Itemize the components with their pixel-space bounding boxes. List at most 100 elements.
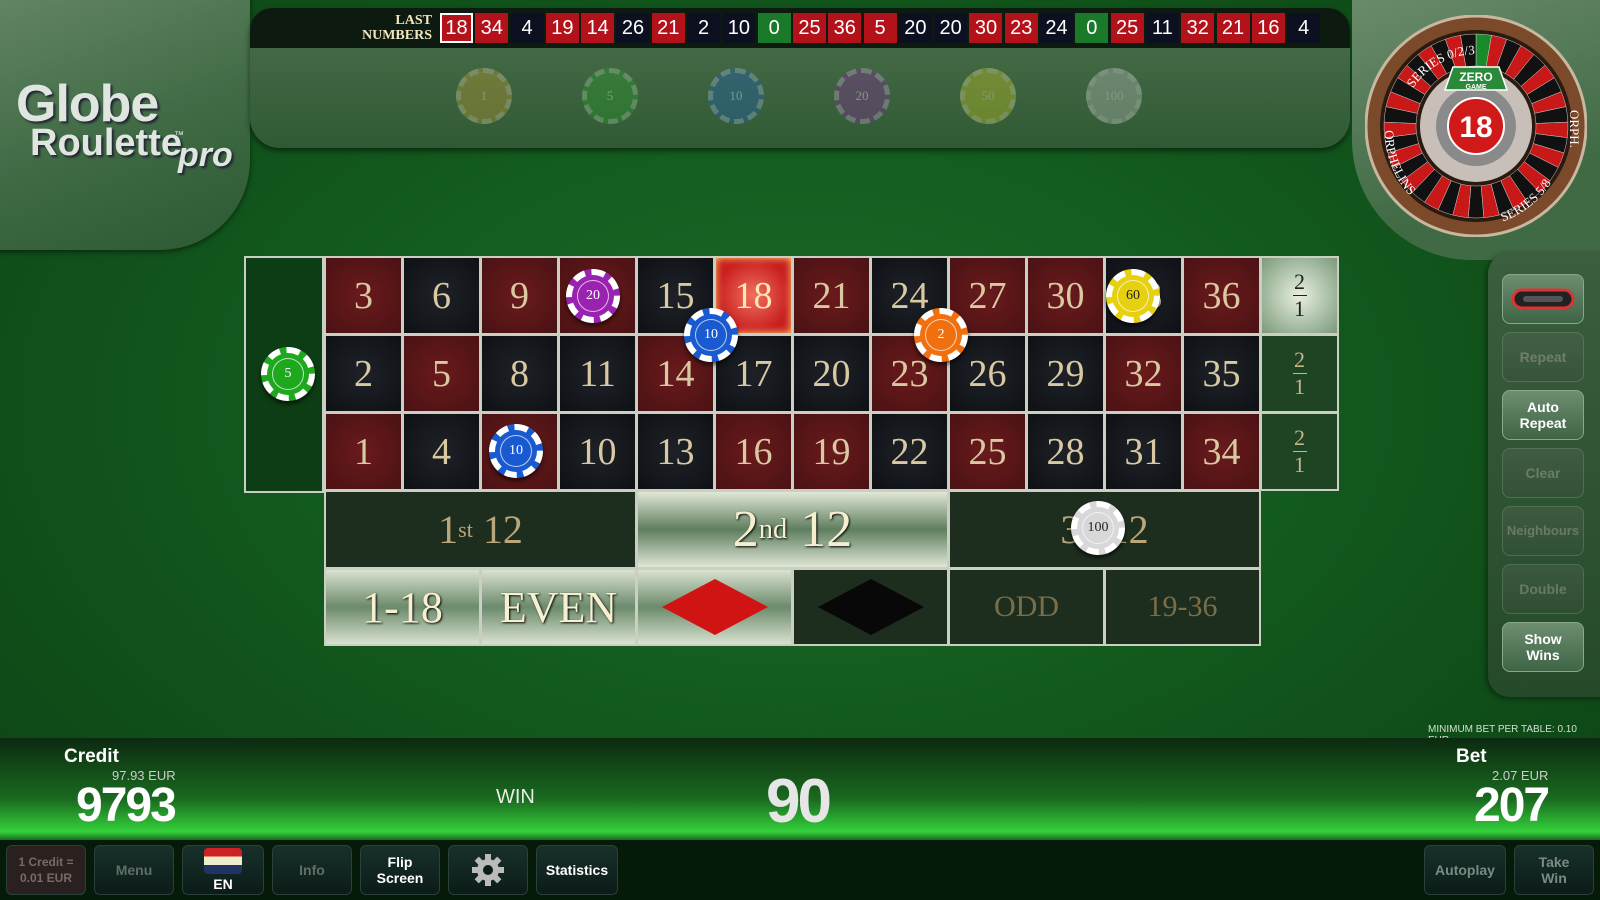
number-cell-1[interactable]: 1: [324, 412, 403, 491]
double-button[interactable]: Double: [1502, 564, 1584, 614]
win-label: WIN: [496, 786, 535, 808]
number-cell-22[interactable]: 22: [870, 412, 949, 491]
credit-rate-display: 1 Credit = 0.01 EUR: [6, 845, 86, 895]
number-cell-16[interactable]: 16: [714, 412, 793, 491]
rack-chip[interactable]: 1: [456, 68, 512, 124]
last-number: 16: [1251, 13, 1285, 43]
rack-chip[interactable]: 50: [960, 68, 1016, 124]
bet-chip-value: 2: [925, 319, 957, 351]
number-cell-34[interactable]: 34: [1182, 412, 1261, 491]
rack-chip[interactable]: 5: [582, 68, 638, 124]
last-number: 21: [1216, 13, 1250, 43]
repeat-button[interactable]: Repeat: [1502, 332, 1584, 382]
last-number: 26: [616, 13, 650, 43]
number-cell-25[interactable]: 25: [948, 412, 1027, 491]
number-cell-28[interactable]: 28: [1026, 412, 1105, 491]
last-number: 4: [510, 13, 544, 43]
number-cell-2[interactable]: 2: [324, 334, 403, 413]
bet-label: Bet: [1456, 746, 1487, 767]
roulette-wheel[interactable]: 18 ZERO GAME SERIES 0/2/3 SERIES 5/8 ORP…: [1365, 15, 1587, 237]
column-bet-top: 2: [1294, 347, 1305, 372]
number-cell-31[interactable]: 31: [1104, 412, 1183, 491]
take-win-button[interactable]: Take Win: [1514, 845, 1594, 895]
statistics-button[interactable]: Statistics: [536, 845, 618, 895]
number-cell-6[interactable]: 6: [402, 256, 481, 335]
credit-rate-line1: 1 Credit =: [18, 855, 74, 869]
column-bet-2[interactable]: 21: [1260, 334, 1339, 413]
last-number: 2: [687, 13, 721, 43]
dozen-bet-1[interactable]: 1st 12: [324, 490, 637, 569]
bet-chip[interactable]: 10: [489, 424, 543, 478]
language-label: EN: [213, 876, 233, 892]
dozen-ordinal: 1: [438, 507, 459, 552]
last-number: 0: [757, 13, 791, 43]
number-cell-32[interactable]: 32: [1104, 334, 1183, 413]
racetrack-button[interactable]: [1502, 274, 1584, 324]
wheel-result: 18: [1459, 111, 1492, 144]
orph-label: ORPH.: [1567, 110, 1582, 148]
dozen-suffix: nd: [758, 513, 788, 545]
number-cell-5[interactable]: 5: [402, 334, 481, 413]
number-cell-29[interactable]: 29: [1026, 334, 1105, 413]
auto-repeat-button[interactable]: Auto Repeat: [1502, 390, 1584, 440]
black-bet[interactable]: [792, 568, 949, 646]
take-win-line1: Take: [1538, 854, 1570, 870]
settings-button[interactable]: [448, 845, 528, 895]
last-number: 5: [863, 13, 897, 43]
black-diamond-icon: [817, 579, 924, 635]
last-number: 25: [1110, 13, 1144, 43]
last-number: 32: [1181, 13, 1215, 43]
number-cell-36[interactable]: 36: [1182, 256, 1261, 335]
logo-roulette-text: Roulette: [30, 122, 182, 164]
bet-chip-value: 100: [1082, 512, 1114, 544]
bet-chip[interactable]: 10: [684, 308, 738, 362]
bet-chip[interactable]: 5: [261, 347, 315, 401]
credit-value: 9793: [76, 779, 177, 832]
number-cell-11[interactable]: 11: [558, 334, 637, 413]
rack-chip[interactable]: 20: [834, 68, 890, 124]
win-value: 90: [766, 767, 832, 836]
language-button[interactable]: EN: [182, 845, 264, 895]
number-cell-4[interactable]: 4: [402, 412, 481, 491]
bet-chip[interactable]: 100: [1071, 501, 1125, 555]
number-cell-9[interactable]: 9: [480, 256, 559, 335]
last-numbers-bar: LAST NUMBERS 18 34 4 19 14 26 21 2 10 0 25 36 5 20 20 3…: [250, 8, 1350, 48]
show-wins-button[interactable]: Show Wins: [1502, 622, 1584, 672]
low-bet[interactable]: 1-18: [324, 568, 481, 646]
info-button[interactable]: Info: [272, 845, 352, 895]
flip-screen-button[interactable]: Flip Screen: [360, 845, 440, 895]
number-cell-3[interactable]: 3: [324, 256, 403, 335]
bet-chip[interactable]: 2: [914, 308, 968, 362]
column-bet-1[interactable]: 21: [1260, 256, 1339, 335]
neighbours-button[interactable]: Neighbours: [1502, 506, 1584, 556]
bet-chip[interactable]: 20: [566, 269, 620, 323]
column-bet-top: 2: [1294, 425, 1305, 450]
bet-chip-value: 5: [272, 358, 304, 390]
clear-button[interactable]: Clear: [1502, 448, 1584, 498]
number-cell-30[interactable]: 30: [1026, 256, 1105, 335]
last-number: 21: [651, 13, 685, 43]
number-cell-20[interactable]: 20: [792, 334, 871, 413]
number-cell-8[interactable]: 8: [480, 334, 559, 413]
bet-chip[interactable]: 60: [1106, 269, 1160, 323]
rack-chip[interactable]: 10: [708, 68, 764, 124]
dozen-bet-2[interactable]: 2nd 12: [636, 490, 949, 569]
number-cell-35[interactable]: 35: [1182, 334, 1261, 413]
red-bet[interactable]: [636, 568, 793, 646]
high-bet[interactable]: 19-36: [1104, 568, 1261, 646]
even-bet[interactable]: EVEN: [480, 568, 637, 646]
menu-button[interactable]: Menu: [94, 845, 174, 895]
flip-line2: Screen: [376, 870, 424, 886]
rack-chip[interactable]: 100: [1086, 68, 1142, 124]
odd-bet[interactable]: ODD: [948, 568, 1105, 646]
number-cell-13[interactable]: 13: [636, 412, 715, 491]
show-wins-line1: Show: [1524, 631, 1562, 647]
column-bet-3[interactable]: 21: [1260, 412, 1339, 491]
number-cell-21[interactable]: 21: [792, 256, 871, 335]
last-number: 20: [898, 13, 932, 43]
last-label-line2: NUMBERS: [361, 28, 432, 43]
number-cell-10[interactable]: 10: [558, 412, 637, 491]
credit-label: Credit: [64, 746, 119, 767]
autoplay-button[interactable]: Autoplay: [1424, 845, 1506, 895]
number-cell-19[interactable]: 19: [792, 412, 871, 491]
